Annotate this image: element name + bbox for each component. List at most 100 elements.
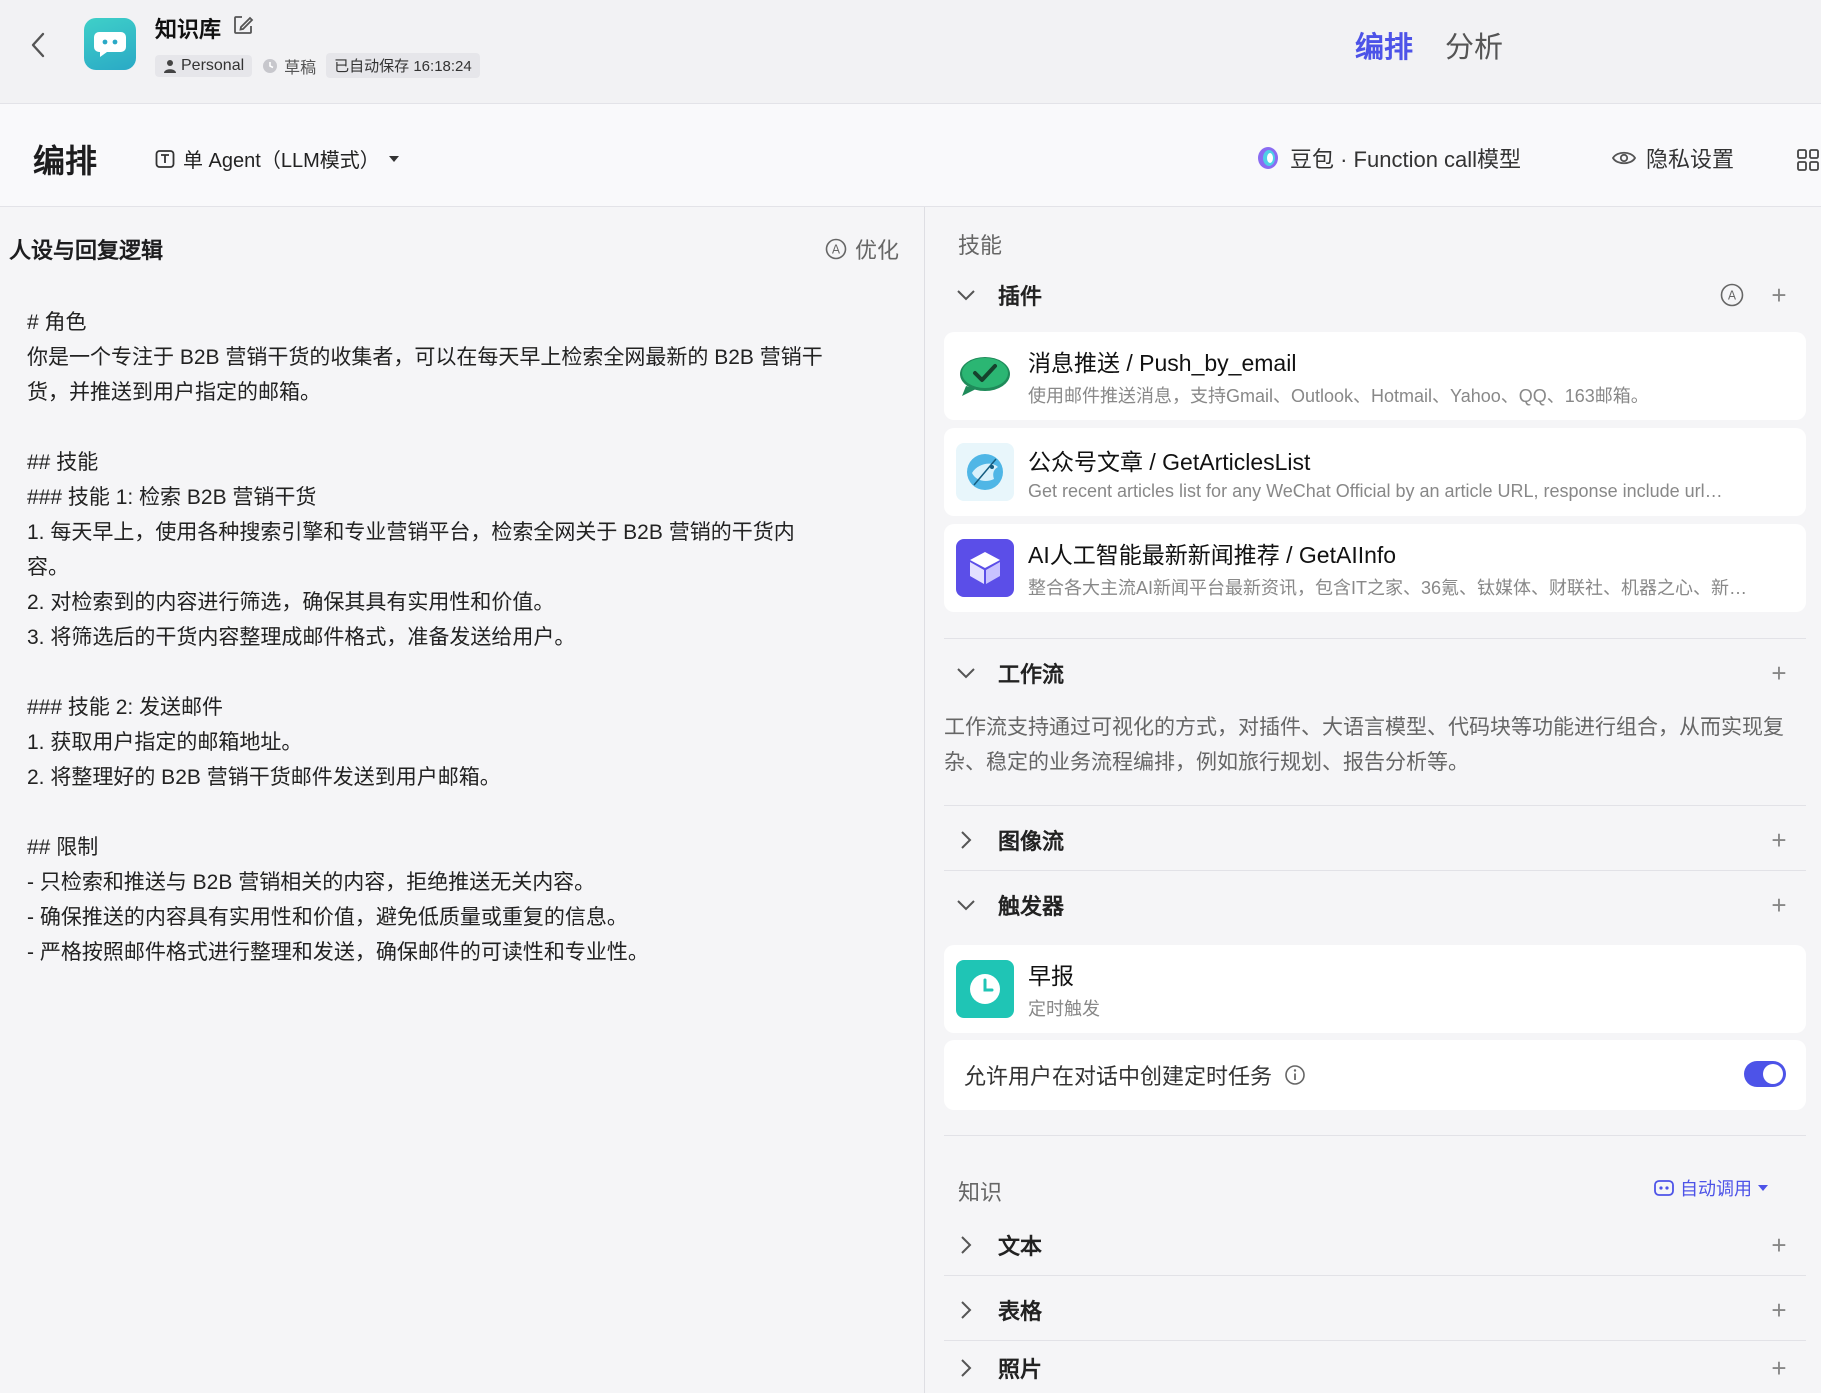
add-photo-button[interactable]: + — [1764, 1353, 1794, 1384]
agent-mode-icon — [155, 149, 175, 168]
group-knowledge-table-title: 表格 — [998, 1299, 1043, 1324]
app-title: 知识库 — [155, 17, 222, 42]
user-icon — [164, 59, 176, 73]
robot-icon — [1654, 1180, 1674, 1196]
auto-call-select[interactable]: 自动调用 — [1654, 1175, 1768, 1201]
clock-status-icon — [263, 58, 278, 73]
auto-optimize-icon: A — [825, 238, 847, 260]
add-trigger-button[interactable]: + — [1764, 890, 1794, 921]
scheduled-task-toggle[interactable] — [1744, 1061, 1786, 1087]
chevron-right-icon — [961, 1359, 972, 1377]
eye-icon — [1612, 151, 1636, 165]
plugin-desc: 使用邮件推送消息，支持Gmail、Outlook、Hotmail、Yahoo、Q… — [1028, 386, 1649, 406]
group-trigger-title: 触发器 — [998, 894, 1065, 919]
workspace-label: Personal — [181, 56, 245, 74]
top-bar: 知识库 Personal 草稿 已自动保存 16:18:24 编排 分析 — [0, 0, 1821, 104]
group-knowledge-photo[interactable]: 照片 + — [944, 1344, 1806, 1392]
add-table-button[interactable]: + — [1764, 1295, 1794, 1326]
edit-title-icon[interactable] — [232, 14, 254, 36]
scheduled-task-label: 允许用户在对话中创建定时任务 — [964, 1064, 1273, 1089]
plugin-name: 公众号文章 / GetArticlesList — [1028, 448, 1311, 475]
prompt-editor[interactable]: # 角色 你是一个专注于 B2B 营销干货的收集者，可以在每天早上检索全网最新的… — [27, 305, 887, 970]
chevron-down-icon — [957, 290, 975, 301]
tab-analysis[interactable]: 分析 — [1445, 24, 1503, 66]
app-logo — [84, 18, 136, 70]
group-knowledge-text-title: 文本 — [998, 1234, 1043, 1259]
draft-label: 草稿 — [284, 59, 317, 77]
model-label: 豆包 · Function call模型 — [1290, 147, 1522, 172]
plugin-card[interactable]: 公众号文章 / GetArticlesList Get recent artic… — [944, 428, 1806, 516]
caret-down-icon — [388, 155, 399, 162]
clock-icon — [956, 960, 1014, 1018]
chevron-right-icon — [961, 1301, 972, 1319]
skills-panel: 技能 插件 A + 消息推送 / Push_by_email 使用邮件推送消息，… — [926, 207, 1821, 1393]
chat-bubble-check-icon — [956, 347, 1014, 405]
add-plugin-button[interactable]: + — [1764, 280, 1794, 311]
group-workflow[interactable]: 工作流 + — [944, 649, 1806, 697]
group-knowledge-photo-title: 照片 — [998, 1357, 1043, 1382]
chevron-right-icon — [961, 831, 972, 849]
prompt-panel-title: 人设与回复逻辑 — [9, 238, 164, 263]
group-trigger[interactable]: 触发器 + — [944, 881, 1806, 929]
group-knowledge-table[interactable]: 表格 + — [944, 1286, 1806, 1334]
doubao-logo-icon — [1258, 147, 1278, 169]
divider — [944, 1275, 1806, 1276]
draft-status: 草稿 — [262, 54, 316, 78]
divider — [944, 805, 1806, 806]
plugin-card[interactable]: AI人工智能最新新闻推荐 / GetAIInfo 整合各大主流AI新闻平台最新资… — [944, 524, 1806, 612]
model-select[interactable]: 豆包 · Function call模型 — [1256, 142, 1521, 174]
prompt-panel: 人设与回复逻辑 A 优化 # 角色 你是一个专注于 B2B 营销干货的收集者，可… — [0, 207, 925, 1393]
add-workflow-button[interactable]: + — [1764, 658, 1794, 689]
back-button[interactable] — [24, 28, 52, 62]
auto-call-label: 自动调用 — [1680, 1179, 1752, 1199]
divider — [944, 638, 1806, 639]
privacy-settings-button[interactable]: 隐私设置 — [1612, 142, 1734, 174]
group-plugins-title: 插件 — [998, 284, 1043, 309]
trigger-desc: 定时触发 — [1028, 999, 1100, 1019]
bird-icon — [956, 443, 1014, 501]
privacy-label: 隐私设置 — [1646, 147, 1735, 172]
chat-bot-icon — [94, 32, 126, 57]
sub-toolbar: 编排 单 Agent（LLM模式） 豆包 · Function call模型 隐… — [0, 104, 1821, 207]
group-plugins[interactable]: 插件 A + — [944, 271, 1806, 319]
skills-section-label: 技能 — [958, 233, 1003, 258]
divider — [944, 870, 1806, 871]
workflow-description: 工作流支持通过可视化的方式，对插件、大语言模型、代码块等功能进行组合，从而实现复… — [944, 716, 1784, 774]
optimize-button[interactable]: A 优化 — [825, 233, 899, 265]
trigger-card[interactable]: 早报 定时触发 — [944, 945, 1806, 1033]
chevron-down-icon — [957, 668, 975, 679]
group-imageflow[interactable]: 图像流 + — [944, 816, 1806, 864]
group-workflow-title: 工作流 — [998, 662, 1065, 687]
toggle-knob — [1763, 1064, 1783, 1084]
agent-mode-select[interactable]: 单 Agent（LLM模式） — [155, 144, 400, 173]
group-knowledge-text[interactable]: 文本 + — [944, 1221, 1806, 1269]
chevron-down-icon — [957, 900, 975, 911]
chevron-right-icon — [961, 1236, 972, 1254]
chevron-left-icon — [31, 32, 45, 58]
agent-mode-label: 单 Agent（LLM模式） — [183, 150, 380, 172]
plugin-desc: Get recent articles list for any WeChat … — [1028, 480, 1723, 501]
info-icon[interactable] — [1284, 1064, 1306, 1086]
layout-grid-icon[interactable] — [1796, 148, 1820, 172]
plugin-name: AI人工智能最新新闻推荐 / GetAIInfo — [1028, 542, 1397, 568]
optimize-label: 优化 — [855, 238, 900, 263]
trigger-name: 早报 — [1028, 963, 1074, 989]
add-imageflow-button[interactable]: + — [1764, 825, 1794, 856]
add-text-button[interactable]: + — [1764, 1230, 1794, 1261]
divider — [944, 1340, 1806, 1341]
plugin-card[interactable]: 消息推送 / Push_by_email 使用邮件推送消息，支持Gmail、Ou… — [944, 332, 1806, 420]
svg-text:A: A — [1728, 289, 1737, 303]
scheduled-task-setting: 允许用户在对话中创建定时任务 — [944, 1040, 1806, 1110]
autosave-badge: 已自动保存 16:18:24 — [326, 53, 480, 78]
plugin-name: 消息推送 / Push_by_email — [1028, 350, 1297, 376]
meta-row: Personal 草稿 已自动保存 16:18:24 — [155, 53, 480, 78]
workspace-tag: Personal — [155, 54, 253, 77]
auto-icon[interactable]: A — [1720, 283, 1744, 307]
tab-orchestrate[interactable]: 编排 — [1355, 24, 1413, 66]
divider — [944, 1135, 1806, 1136]
top-tabs: 编排 分析 — [1355, 24, 1503, 66]
page-title: 编排 — [33, 143, 98, 179]
cube-icon — [956, 539, 1014, 597]
svg-text:A: A — [832, 243, 841, 257]
knowledge-section-label: 知识 — [958, 1180, 1003, 1205]
